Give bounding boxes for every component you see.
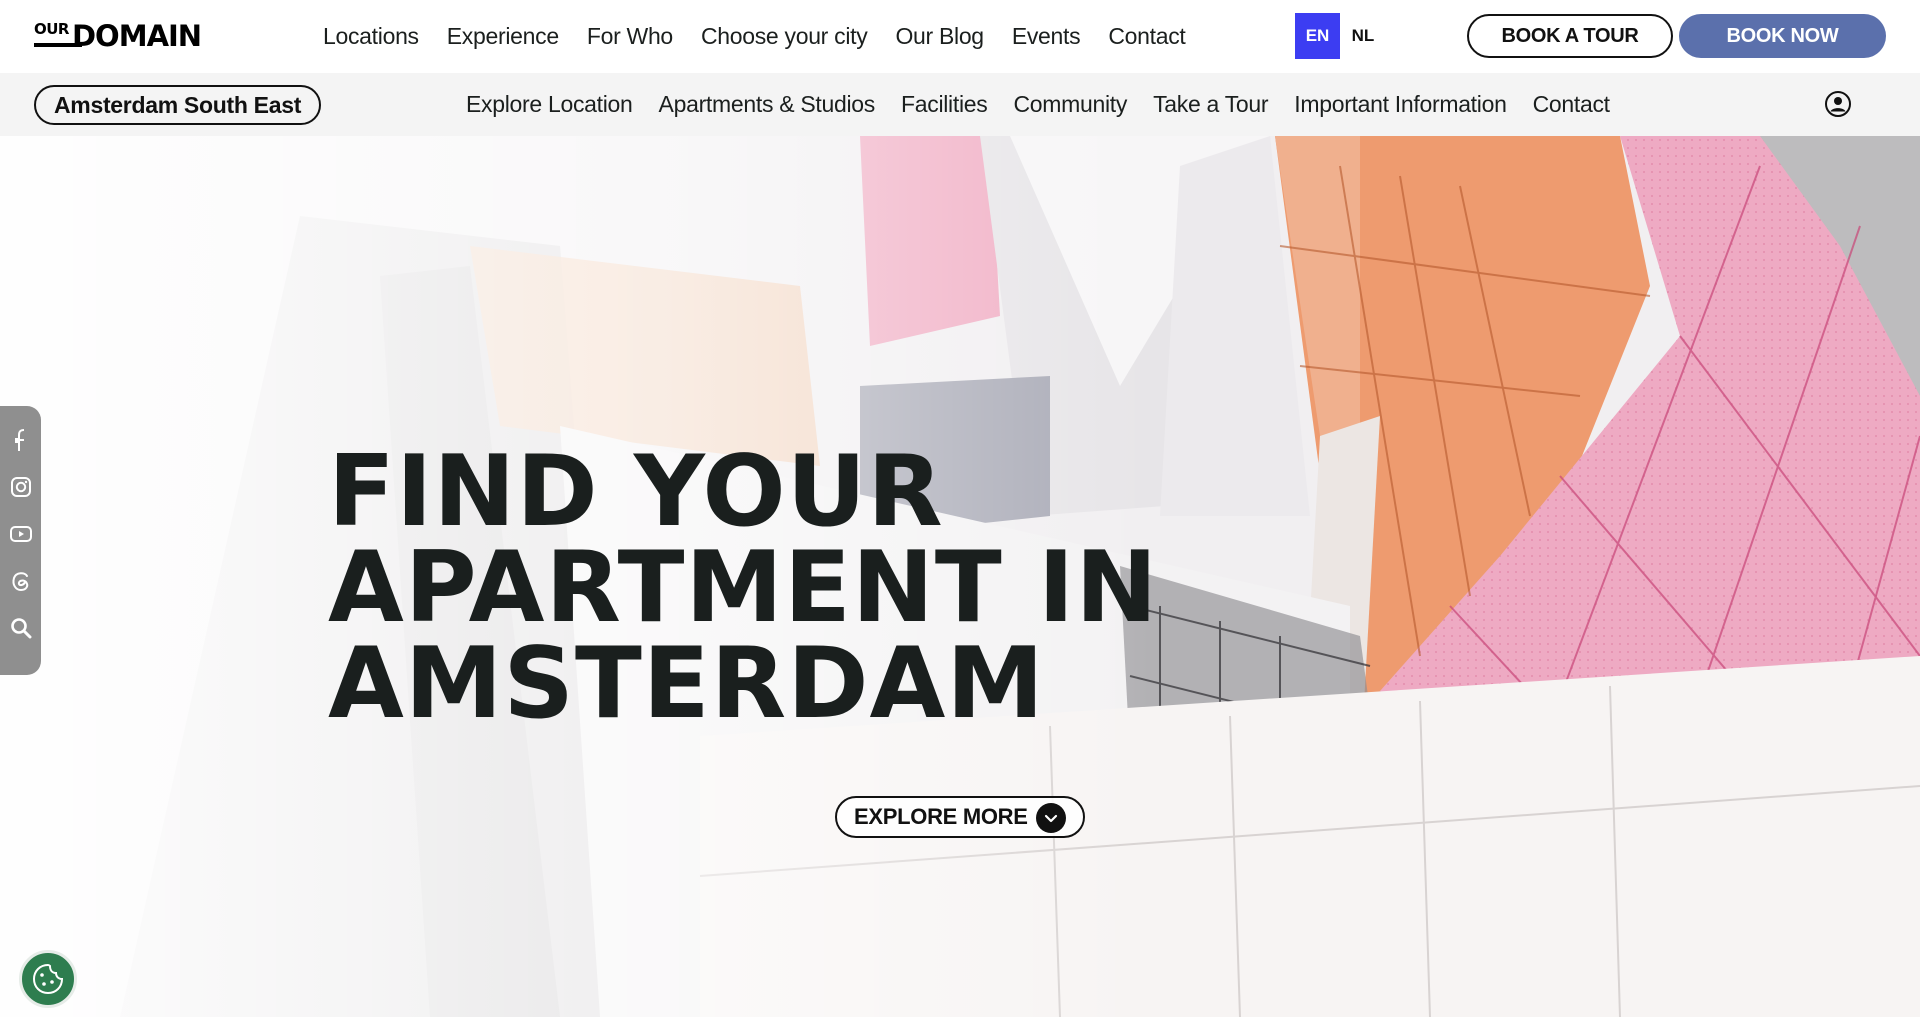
book-tour-button[interactable]: BOOK A TOUR [1467,14,1673,58]
hero-title-line-1: FIND YOUR [328,435,944,549]
threads-icon[interactable] [9,569,33,593]
subnav-contact[interactable]: Contact [1533,91,1610,118]
logo-big-text: DOMAIN [71,19,202,53]
hero-title-line-2: APARTMENT IN [328,531,1159,645]
logo-underline [34,43,82,47]
nav-locations[interactable]: Locations [323,23,419,50]
lang-en-button[interactable]: EN [1295,13,1340,59]
search-icon[interactable] [9,616,33,640]
location-selector[interactable]: Amsterdam South East [34,85,322,125]
explore-more-label: EXPLORE MORE [854,804,1028,829]
nav-for-who[interactable]: For Who [587,23,673,50]
top-header: OUR DOMAIN Locations Experience For Who … [0,0,1920,73]
youtube-icon[interactable] [9,522,33,546]
subnav-facilities[interactable]: Facilities [901,91,988,118]
subnav-apartments-studios[interactable]: Apartments & Studios [659,91,876,118]
cookie-icon [32,963,64,995]
chevron-down-icon [1036,803,1066,833]
nav-contact[interactable]: Contact [1108,23,1185,50]
user-circle-icon[interactable] [1824,90,1852,118]
lang-nl-button[interactable]: NL [1345,13,1381,59]
facebook-icon[interactable] [9,428,33,452]
hero-section: FIND YOUR APARTMENT IN AMSTERDAM [0,136,1920,1017]
hero-title: FIND YOUR APARTMENT IN AMSTERDAM [328,435,1228,741]
main-nav: Locations Experience For Who Choose your… [323,0,1214,73]
cookie-settings-button[interactable] [19,950,77,1008]
nav-blog[interactable]: Our Blog [895,23,984,50]
nav-choose-city[interactable]: Choose your city [701,23,868,50]
subnav-take-tour[interactable]: Take a Tour [1153,91,1268,118]
logo-small-text: OUR [34,20,69,38]
explore-more-button[interactable]: EXPLORE MORE [835,796,1085,838]
hero-title-line-3: AMSTERDAM [328,627,1045,741]
nav-events[interactable]: Events [1012,23,1081,50]
social-sidebar [0,406,41,675]
subnav-community[interactable]: Community [1013,91,1127,118]
location-subheader: Amsterdam South East Explore Location Ap… [0,73,1920,136]
nav-experience[interactable]: Experience [447,23,559,50]
book-now-button[interactable]: BOOK NOW [1679,14,1886,58]
ourdomain-logo[interactable]: OUR DOMAIN [34,19,202,53]
instagram-icon[interactable] [9,475,33,499]
subnav-explore-location[interactable]: Explore Location [466,91,633,118]
subnav-important-information[interactable]: Important Information [1294,91,1507,118]
location-nav: Explore Location Apartments & Studios Fa… [466,73,1636,136]
